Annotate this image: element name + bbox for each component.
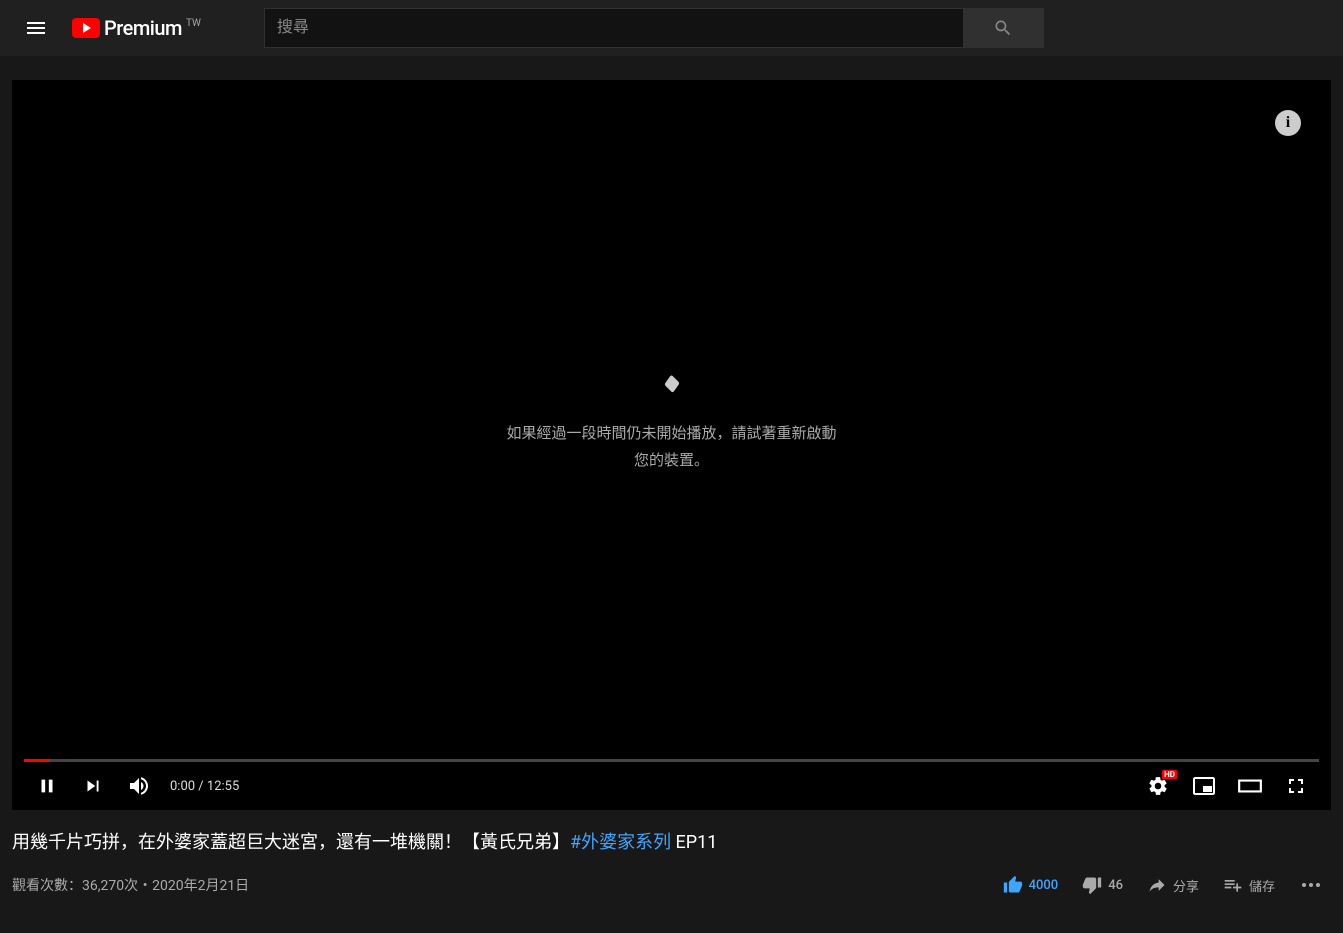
like-count: 4000 <box>1029 878 1059 893</box>
search-button[interactable] <box>964 8 1044 48</box>
fullscreen-icon <box>1284 774 1308 798</box>
dislike-button[interactable]: 46 <box>1074 867 1131 903</box>
save-label: 儲存 <box>1249 876 1275 895</box>
logo-text: Premium <box>104 16 182 40</box>
more-actions-button[interactable] <box>1291 873 1331 897</box>
save-button[interactable]: 儲存 <box>1215 867 1283 903</box>
logo-region: TW <box>186 18 201 29</box>
fullscreen-button[interactable] <box>1273 762 1319 810</box>
next-button[interactable] <box>70 762 116 810</box>
logo[interactable]: Premium TW <box>72 16 201 40</box>
title-hashtag[interactable]: #外婆家系列 <box>570 832 671 853</box>
share-icon <box>1147 875 1167 895</box>
info-button[interactable]: i <box>1275 110 1301 136</box>
title-text: 用幾千片巧拼，在外婆家蓋超巨大迷宮，還有一堆機關！【黃氏兄弟】 <box>12 832 570 853</box>
meta-row: 觀看次數：36,270次・2020年2月21日 4000 46 分享 儲存 <box>12 867 1331 903</box>
theater-button[interactable] <box>1227 762 1273 810</box>
search-icon <box>993 18 1013 38</box>
search-input[interactable] <box>264 8 964 48</box>
info-icon: i <box>1286 114 1290 132</box>
video-meta: 用幾千片巧拼，在外婆家蓋超巨大迷宮，還有一堆機關！【黃氏兄弟】#外婆家系列 EP… <box>12 830 1331 903</box>
menu-button[interactable] <box>16 8 56 48</box>
time-current: 0:00 <box>170 779 195 794</box>
action-bar: 4000 46 分享 儲存 <box>995 867 1331 903</box>
skip-next-icon <box>82 775 104 797</box>
title-suffix: EP11 <box>671 832 717 853</box>
thumbs-up-icon <box>1003 875 1023 895</box>
time-total: 12:55 <box>207 779 239 794</box>
miniplayer-icon <box>1192 774 1216 798</box>
settings-button[interactable]: HD <box>1135 762 1181 810</box>
app-header: Premium TW <box>0 0 1343 56</box>
theater-icon <box>1237 773 1263 799</box>
video-player[interactable]: i 如果經過一段時間仍未開始播放，請試著重新啟動 您的裝置。 0:00 / 12… <box>12 80 1331 810</box>
video-title: 用幾千片巧拼，在外婆家蓋超巨大迷宮，還有一堆機關！【黃氏兄弟】#外婆家系列 EP… <box>12 830 1331 855</box>
volume-icon <box>127 774 151 798</box>
view-count-date: 觀看次數：36,270次・2020年2月21日 <box>12 875 249 895</box>
playlist-add-icon <box>1223 875 1243 895</box>
youtube-icon <box>72 18 100 38</box>
loading-message: 如果經過一段時間仍未開始播放，請試著重新啟動 您的裝置。 <box>506 420 836 474</box>
search-form <box>264 8 1044 48</box>
share-button[interactable]: 分享 <box>1139 867 1207 903</box>
loading-overlay: 如果經過一段時間仍未開始播放，請試著重新啟動 您的裝置。 <box>506 378 836 474</box>
pause-button[interactable] <box>24 762 70 810</box>
miniplayer-button[interactable] <box>1181 762 1227 810</box>
share-label: 分享 <box>1173 876 1199 895</box>
volume-button[interactable] <box>116 762 162 810</box>
pause-icon <box>36 775 58 797</box>
time-display: 0:00 / 12:55 <box>170 779 239 794</box>
dislike-count: 46 <box>1108 878 1123 893</box>
like-button[interactable]: 4000 <box>995 867 1067 903</box>
spinner-icon <box>664 375 679 393</box>
player-controls: 0:00 / 12:55 HD <box>12 762 1331 810</box>
hamburger-icon <box>24 16 48 40</box>
more-horizontal-icon <box>1299 873 1323 897</box>
thumbs-down-icon <box>1082 875 1102 895</box>
hd-badge: HD <box>1162 770 1177 779</box>
